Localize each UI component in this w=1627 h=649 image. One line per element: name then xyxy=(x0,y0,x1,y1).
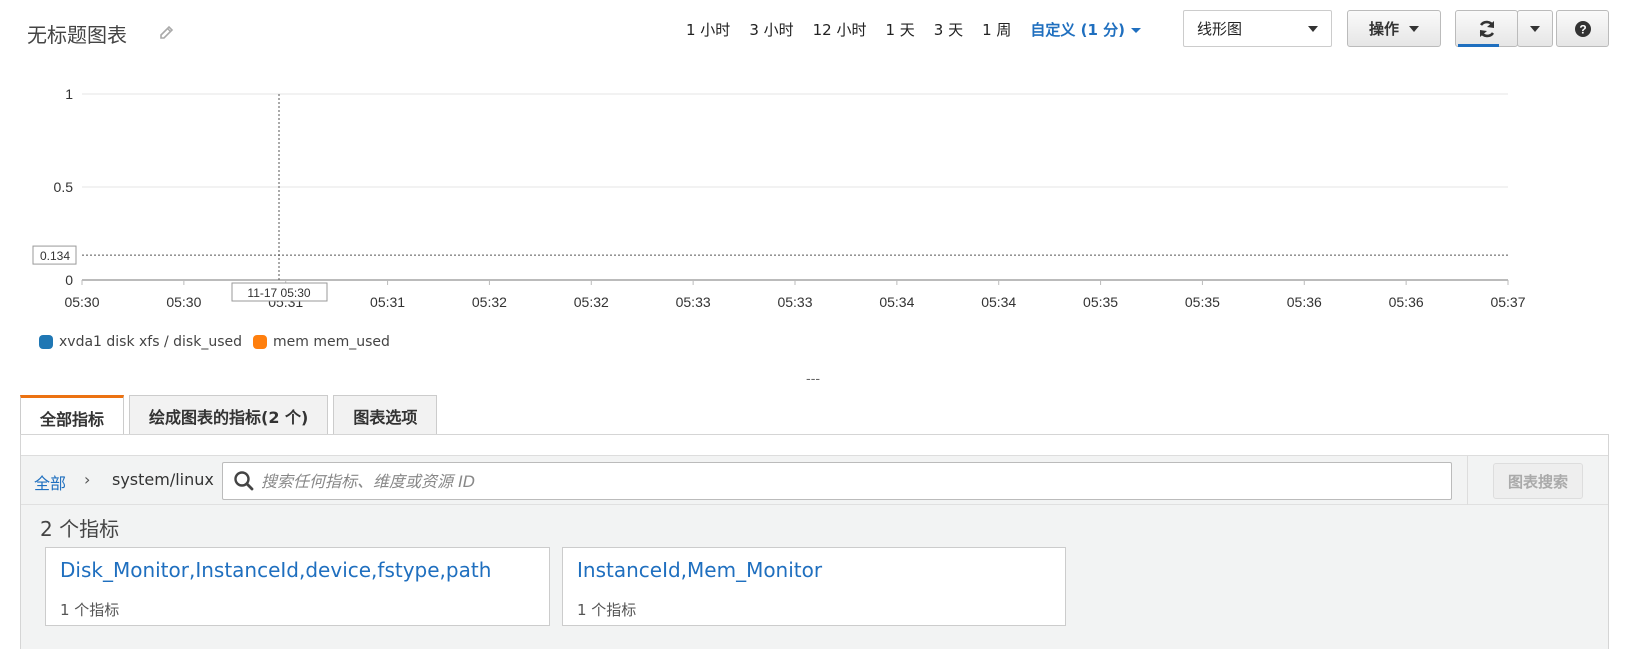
y-tick-label: 0.5 xyxy=(54,179,74,195)
resize-handle[interactable]: --- xyxy=(806,372,820,387)
panel-top-strip xyxy=(21,435,1608,456)
y-tick-label: 1 xyxy=(65,86,73,102)
search-input[interactable] xyxy=(261,471,1441,491)
breadcrumb-all[interactable]: 全部 xyxy=(34,470,66,494)
chart-header: 无标题图表 1 小时 3 小时 12 小时 1 天 3 天 1 周 自定义 (1… xyxy=(0,0,1627,62)
y-tick-label: 0 xyxy=(65,272,73,288)
legend-item-disk[interactable]: xvda1 disk xfs / disk_used xyxy=(39,334,242,350)
metric-card-mem[interactable]: InstanceId,Mem_Monitor 1 个指标 xyxy=(562,547,1066,626)
tab-bar: 全部指标 绘成图表的指标(2 个) 图表选项 xyxy=(20,395,442,437)
refresh-icon xyxy=(1479,20,1494,37)
chart-title[interactable]: 无标题图表 xyxy=(27,19,127,48)
graph-search-button[interactable]: 图表搜索 xyxy=(1493,463,1583,499)
time-range-bar: 1 小时 3 小时 12 小时 1 天 3 天 1 周 自定义 (1 分) xyxy=(686,17,1142,41)
range-1w[interactable]: 1 周 xyxy=(982,19,1011,40)
refresh-active-indicator xyxy=(1458,44,1499,47)
legend-swatch-mem xyxy=(253,335,267,349)
crosshair-x-label: 11-17 05:30 xyxy=(247,286,310,300)
chart-type-value: 线形图 xyxy=(1197,20,1243,38)
x-tick-label: 05:35 xyxy=(1083,294,1118,310)
chart-legend: xvda1 disk xfs / disk_used mem mem_used xyxy=(39,334,401,350)
legend-label-mem: mem mem_used xyxy=(273,334,390,350)
x-tick-label: 05:35 xyxy=(1185,294,1220,310)
chevron-down-icon[interactable] xyxy=(1131,27,1142,33)
pencil-icon[interactable] xyxy=(158,24,176,42)
metric-card-title[interactable]: InstanceId,Mem_Monitor xyxy=(577,558,822,582)
range-12h[interactable]: 12 小时 xyxy=(813,19,867,40)
metric-card-count: 1 个指标 xyxy=(577,601,637,619)
metrics-browser: 全部 › system/linux 图表搜索 2 个指标 Disk_Monito… xyxy=(20,434,1609,649)
metric-card-count: 1 个指标 xyxy=(60,601,120,619)
chevron-down-icon xyxy=(1530,25,1540,32)
x-tick-label: 05:30 xyxy=(166,294,201,310)
x-tick-label: 05:34 xyxy=(981,294,1016,310)
chevron-down-icon xyxy=(1308,25,1318,32)
actions-label: 操作 xyxy=(1368,20,1399,38)
legend-swatch-disk xyxy=(39,335,53,349)
x-tick-label: 05:32 xyxy=(472,294,507,310)
metric-card-disk[interactable]: Disk_Monitor,InstanceId,device,fstype,pa… xyxy=(45,547,550,626)
x-tick-label: 05:31 xyxy=(370,294,405,310)
breadcrumb-separator: › xyxy=(84,470,91,489)
tab-graph-options[interactable]: 图表选项 xyxy=(333,395,438,435)
search-box[interactable] xyxy=(222,462,1452,500)
x-tick-label: 05:32 xyxy=(574,294,609,310)
crosshair-y-label: 0.134 xyxy=(40,249,70,263)
refresh-button[interactable] xyxy=(1455,10,1518,47)
refresh-options-button[interactable] xyxy=(1517,10,1553,47)
x-tick-label: 05:33 xyxy=(676,294,711,310)
search-icon xyxy=(234,471,254,491)
x-tick-label: 05:37 xyxy=(1490,294,1525,310)
legend-item-mem[interactable]: mem mem_used xyxy=(253,334,390,350)
legend-label-disk: xvda1 disk xfs / disk_used xyxy=(59,334,242,350)
line-chart[interactable]: 00.5105:30 05:30 05:31 05:31 05:32 05:32 05:33… xyxy=(0,62,1627,362)
chevron-down-icon xyxy=(1409,25,1419,32)
x-tick-label: 05:33 xyxy=(777,294,812,310)
help-button[interactable]: ? xyxy=(1556,10,1609,47)
search-divider xyxy=(1467,456,1468,505)
chart-type-select[interactable]: 线形图 xyxy=(1183,10,1332,47)
x-tick-label: 05:30 xyxy=(64,294,99,310)
svg-text:?: ? xyxy=(1579,22,1586,36)
search-row: 全部 › system/linux 图表搜索 xyxy=(21,456,1608,505)
x-tick-label: 05:36 xyxy=(1389,294,1424,310)
breadcrumb-namespace: system/linux xyxy=(112,470,214,489)
x-tick-label: 05:34 xyxy=(879,294,914,310)
metrics-count: 2 个指标 xyxy=(40,517,120,541)
metric-card-title[interactable]: Disk_Monitor,InstanceId,device,fstype,pa… xyxy=(60,558,491,582)
tab-all-metrics[interactable]: 全部指标 xyxy=(20,395,125,437)
range-1d[interactable]: 1 天 xyxy=(885,19,914,40)
range-3h[interactable]: 3 小时 xyxy=(749,19,793,40)
actions-button[interactable]: 操作 xyxy=(1347,10,1441,47)
x-tick-label: 05:36 xyxy=(1287,294,1322,310)
range-3d[interactable]: 3 天 xyxy=(934,19,963,40)
range-custom[interactable]: 自定义 (1 分) xyxy=(1030,19,1125,40)
help-icon: ? xyxy=(1574,20,1591,37)
tab-graphed-metrics[interactable]: 绘成图表的指标(2 个) xyxy=(129,395,329,435)
range-1h[interactable]: 1 小时 xyxy=(686,19,730,40)
